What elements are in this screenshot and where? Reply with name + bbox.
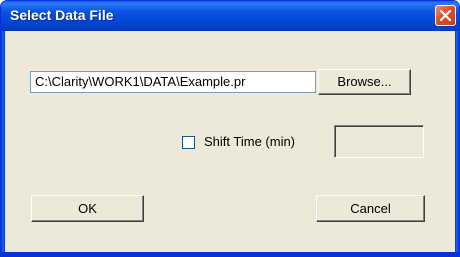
shift-time-checkbox[interactable] xyxy=(182,136,195,149)
dialog-body: C:\Clarity\WORK1\DATA\Example.pr Browse.… xyxy=(5,31,455,252)
file-path-input[interactable]: C:\Clarity\WORK1\DATA\Example.pr xyxy=(30,71,316,93)
title-bar[interactable]: Select Data File xyxy=(1,1,459,31)
window-border-right xyxy=(455,31,459,256)
close-icon xyxy=(439,9,452,22)
ok-button[interactable]: OK xyxy=(31,195,144,222)
window-border-bottom xyxy=(1,252,459,256)
shift-time-input[interactable] xyxy=(334,125,424,158)
file-path-value: C:\Clarity\WORK1\DATA\Example.pr xyxy=(35,74,246,89)
dialog-title: Select Data File xyxy=(10,7,114,23)
select-data-file-dialog: Select Data File C:\Clarity\WORK1\DATA\E… xyxy=(0,0,460,257)
close-button[interactable] xyxy=(435,5,456,26)
cancel-button[interactable]: Cancel xyxy=(316,195,425,222)
browse-button[interactable]: Browse... xyxy=(318,69,411,95)
shift-time-label: Shift Time (min) xyxy=(204,134,296,149)
